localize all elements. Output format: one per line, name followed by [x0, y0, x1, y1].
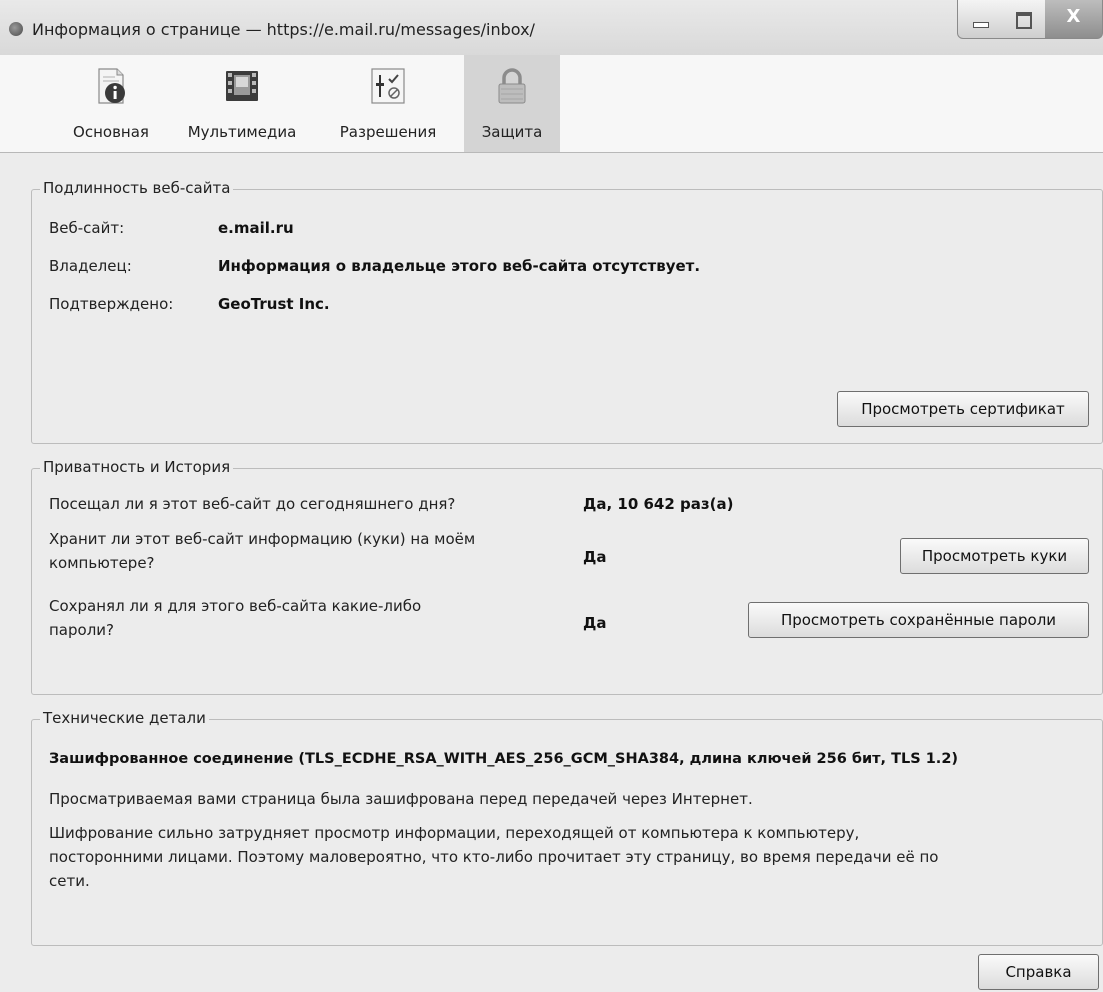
maximize-button[interactable]: [1002, 0, 1046, 39]
help-button[interactable]: Справка: [978, 954, 1099, 990]
visited-question: Посещал ли я этот веб-сайт до сегодняшне…: [49, 495, 456, 513]
cookies-answer: Да: [583, 548, 607, 566]
owner-value: Информация о владельце этого веб-сайта о…: [218, 257, 701, 275]
visited-answer: Да, 10 642 раз(а): [583, 495, 734, 513]
website-identity-group: Подлинность веб-сайта Веб-сайт: e.mail.r…: [31, 179, 1103, 444]
encryption-explanation-line2: посторонними лицами. Поэтому маловероятн…: [49, 848, 939, 866]
passwords-question-line2: пароли?: [49, 621, 114, 639]
owner-label: Владелец:: [49, 257, 132, 275]
website-value: e.mail.ru: [218, 219, 294, 237]
cookies-question-line1: Хранит ли этот веб-сайт информацию (куки…: [49, 530, 476, 548]
window-title: Информация о странице — https://e.mail.r…: [32, 20, 535, 39]
tab-permissions-label: Разрешения: [339, 123, 437, 141]
encryption-note: Просматриваемая вами страница была зашиф…: [49, 790, 753, 808]
lock-icon: [498, 68, 526, 104]
encryption-explanation-line3: сети.: [49, 872, 90, 890]
verified-value: GeoTrust Inc.: [218, 295, 330, 313]
minimize-button[interactable]: [957, 0, 1004, 39]
view-cookies-button[interactable]: Просмотреть куки: [900, 538, 1089, 574]
permissions-icon: [371, 68, 405, 104]
maximize-icon: [1016, 12, 1032, 29]
window-controls: X: [957, 0, 1103, 40]
tab-media[interactable]: Мультимедиа: [172, 55, 312, 152]
close-button[interactable]: X: [1045, 0, 1103, 39]
encryption-explanation: Шифрование сильно затрудняет просмотр ин…: [49, 821, 938, 893]
media-icon: [226, 71, 258, 101]
tab-media-label: Мультимедиа: [187, 123, 297, 141]
app-icon: [9, 22, 23, 36]
tab-security-label: Защита: [481, 123, 543, 141]
cookies-question-line2: компьютере?: [49, 554, 155, 572]
privacy-legend: Приватность и История: [40, 458, 234, 476]
title-bar[interactable]: Информация о странице — https://e.mail.r…: [0, 0, 1103, 56]
passwords-answer: Да: [583, 614, 607, 632]
identity-legend: Подлинность веб-сайта: [40, 179, 234, 197]
encryption-explanation-line1: Шифрование сильно затрудняет просмотр ин…: [49, 824, 860, 842]
tab-security[interactable]: Защита: [464, 55, 560, 152]
tab-general-label: Основная: [73, 123, 149, 141]
tab-permissions[interactable]: Разрешения: [318, 55, 458, 152]
technical-legend: Технические детали: [40, 709, 209, 727]
close-icon: X: [1066, 6, 1081, 27]
page-info-window: Информация о странице — https://e.mail.r…: [0, 0, 1103, 992]
verified-label: Подтверждено:: [49, 295, 174, 313]
tab-general[interactable]: Основная: [56, 55, 166, 152]
website-label: Веб-сайт:: [49, 219, 125, 237]
tab-toolbar: Основная Мультимедиа Разрешения Защита: [0, 55, 1103, 153]
minimize-icon: [973, 22, 989, 28]
view-saved-passwords-button[interactable]: Просмотреть сохранённые пароли: [748, 602, 1089, 638]
technical-details-group: Технические детали Зашифрованное соедине…: [31, 709, 1103, 946]
privacy-history-group: Приватность и История Посещал ли я этот …: [31, 458, 1103, 695]
cookies-question: Хранит ли этот веб-сайт информацию (куки…: [49, 527, 475, 575]
view-certificate-button[interactable]: Просмотреть сертификат: [837, 391, 1089, 427]
passwords-question: Сохранял ли я для этого веб-сайта какие-…: [49, 594, 421, 642]
passwords-question-line1: Сохранял ли я для этого веб-сайта какие-…: [49, 597, 422, 615]
connection-details: Зашифрованное соединение (TLS_ECDHE_RSA_…: [49, 751, 959, 767]
page-info-icon: [98, 68, 125, 104]
